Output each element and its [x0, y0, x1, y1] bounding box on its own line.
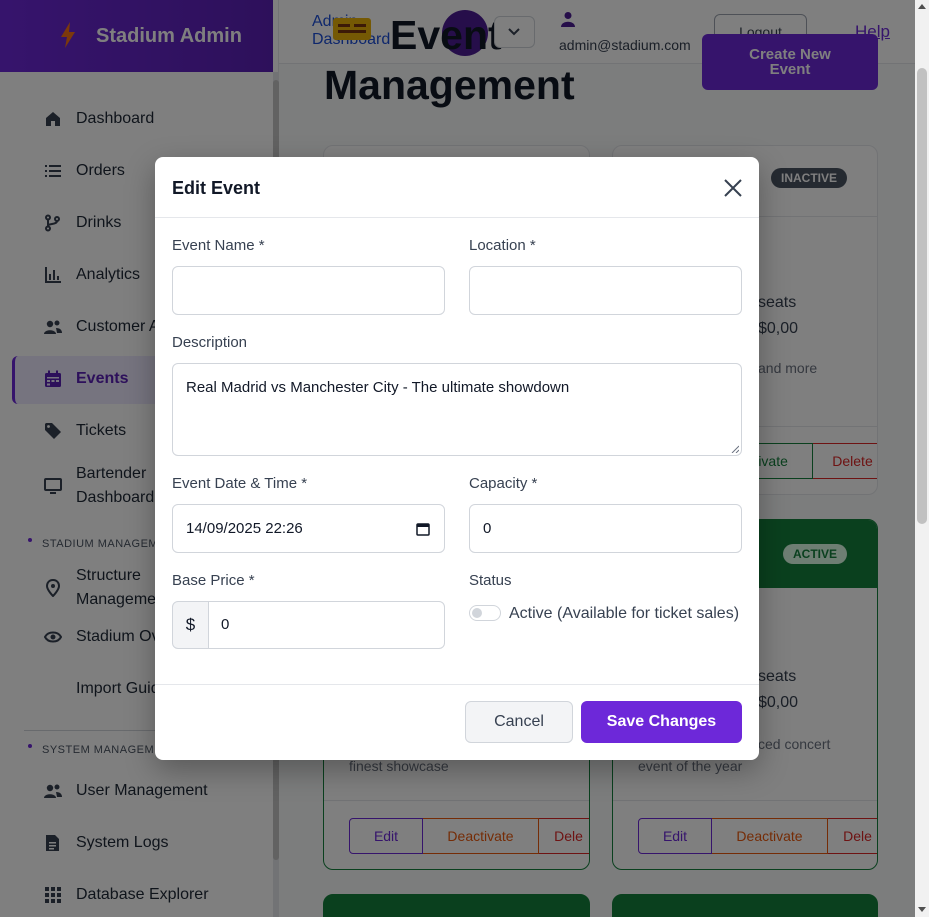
page-scrollbar[interactable]: [917, 68, 927, 524]
modal-title: Edit Event: [172, 178, 261, 198]
status-label: Status: [469, 572, 512, 589]
date-label: Event Date & Time *: [172, 475, 308, 492]
location-input[interactable]: [469, 266, 742, 315]
calendar-picker-icon[interactable]: [416, 522, 430, 536]
scroll-up-arrow[interactable]: [918, 4, 926, 9]
modal-footer-divider: [155, 684, 759, 685]
description-label: Description: [172, 334, 248, 351]
resize-handle-icon[interactable]: [731, 445, 739, 453]
datetime-input[interactable]: 14/09/2025 22:26: [172, 504, 445, 553]
status-toggle[interactable]: [469, 605, 501, 621]
edit-event-modal: Edit Event Event Name * Location * Descr…: [155, 157, 759, 760]
scroll-down-arrow[interactable]: [918, 907, 926, 912]
status-toggle-label: Active (Available for ticket sales): [509, 605, 740, 622]
event-name-input[interactable]: [172, 266, 445, 315]
save-changes-button[interactable]: Save Changes: [581, 701, 742, 743]
modal-header-divider: [155, 217, 759, 218]
cancel-button[interactable]: Cancel: [465, 701, 573, 743]
price-label: Base Price *: [172, 572, 255, 589]
close-icon[interactable]: [722, 177, 744, 199]
capacity-input[interactable]: 0: [469, 504, 742, 553]
location-label: Location *: [469, 237, 536, 254]
currency-prefix: $: [172, 601, 209, 649]
capacity-label: Capacity *: [469, 475, 538, 492]
base-price-input[interactable]: 0: [208, 601, 445, 649]
event-name-label: Event Name *: [172, 237, 265, 254]
description-textarea[interactable]: Real Madrid vs Manchester City - The ult…: [172, 363, 742, 456]
